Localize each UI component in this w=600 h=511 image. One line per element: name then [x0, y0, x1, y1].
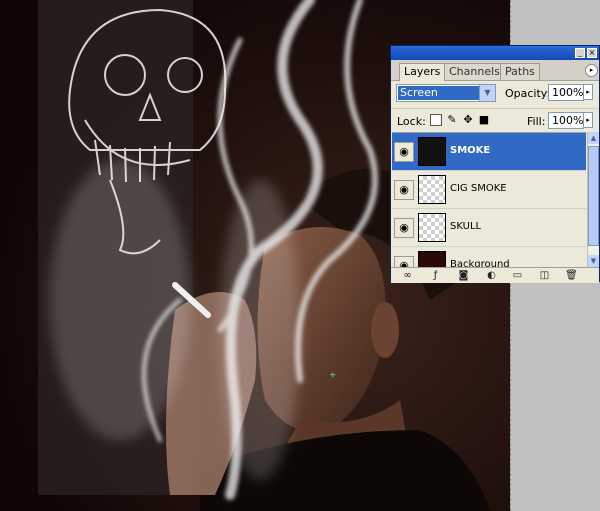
layer-thumbnail	[418, 175, 446, 204]
new-layer-icon[interactable]: ◫	[538, 269, 551, 282]
layer-row-cig-smoke[interactable]: ◉ CIG SMOKE	[392, 171, 586, 209]
blend-row: Screen ▼ Opacity: 100% ▸	[391, 80, 599, 106]
lock-row: Lock: ✎ ✥ ■ Fill: 100% ▸	[391, 108, 599, 133]
layer-row-skull[interactable]: ◉ SKULL	[392, 209, 586, 247]
opacity-label: Opacity:	[505, 87, 551, 100]
layer-style-icon[interactable]: ƒ	[429, 269, 442, 282]
visibility-eye-icon[interactable]: ◉	[394, 142, 414, 162]
layers-list: ◉ SMOKE ◉ CIG SMOKE ◉ SKULL ◉ Background	[392, 132, 586, 268]
new-group-icon[interactable]: ▭	[511, 269, 524, 282]
layer-name: CIG SMOKE	[450, 183, 507, 194]
close-icon[interactable]: ×	[587, 48, 597, 58]
tab-channels[interactable]: Channels	[444, 63, 505, 80]
layers-bottom-toolbar: ∞ ƒ ◙ ◐ ▭ ◫ 🗑	[391, 267, 599, 283]
lock-all-icon[interactable]: ■	[478, 114, 490, 126]
minimize-icon[interactable]: _	[575, 48, 585, 58]
chevron-down-icon[interactable]: ▼	[479, 85, 495, 101]
lock-move-icon[interactable]: ✥	[462, 114, 474, 126]
scroll-down-icon[interactable]: ▼	[588, 255, 599, 267]
blend-mode-select[interactable]: Screen ▼	[396, 84, 496, 102]
layer-name: SKULL	[450, 221, 482, 232]
scroll-up-icon[interactable]: ▲	[588, 132, 599, 144]
panel-menu-icon[interactable]: ▸	[585, 64, 598, 77]
layer-mask-icon[interactable]: ◙	[457, 269, 470, 282]
blend-mode-value: Screen	[398, 86, 482, 100]
opacity-field[interactable]: 100%	[548, 84, 584, 101]
lock-transparent-icon[interactable]	[430, 114, 442, 126]
fill-label: Fill:	[527, 115, 546, 128]
visibility-eye-icon[interactable]: ◉	[394, 218, 414, 238]
panel-titlebar[interactable]: _ ×	[391, 46, 599, 60]
tab-layers[interactable]: Layers	[399, 63, 446, 81]
delete-layer-icon[interactable]: 🗑	[565, 269, 578, 282]
layers-panel[interactable]: _ × Layers Channels Paths ▸ Screen ▼ Opa…	[390, 45, 600, 283]
layer-row-background[interactable]: ◉ Background	[392, 247, 586, 268]
layers-scrollbar[interactable]: ▲ ▼	[587, 132, 599, 267]
panel-tabs: Layers Channels Paths ▸	[391, 60, 599, 81]
visibility-eye-icon[interactable]: ◉	[394, 180, 414, 200]
lock-paint-icon[interactable]: ✎	[446, 114, 458, 126]
fill-slider-icon[interactable]: ▸	[584, 112, 593, 128]
fill-field[interactable]: 100%	[548, 112, 584, 129]
layer-name: SMOKE	[450, 145, 491, 156]
lock-label: Lock:	[397, 115, 426, 128]
cursor-crosshair-icon: ⌖	[330, 370, 336, 381]
tab-paths[interactable]: Paths	[500, 63, 540, 80]
scroll-thumb[interactable]	[588, 146, 599, 246]
opacity-slider-icon[interactable]: ▸	[584, 84, 593, 100]
layer-thumbnail	[418, 213, 446, 242]
layer-row-smoke[interactable]: ◉ SMOKE	[392, 133, 586, 171]
adjustment-layer-icon[interactable]: ◐	[485, 269, 498, 282]
link-layers-icon[interactable]: ∞	[401, 269, 414, 282]
layer-thumbnail	[418, 251, 446, 268]
layer-thumbnail	[418, 137, 446, 166]
